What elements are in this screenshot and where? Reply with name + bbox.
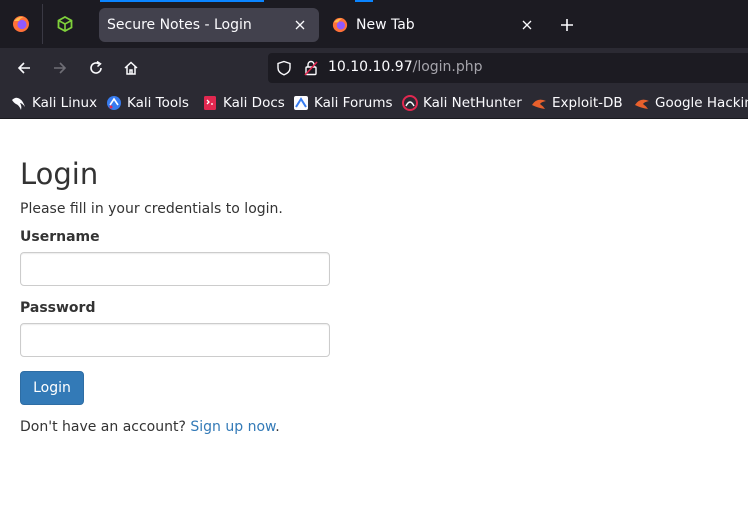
home-icon xyxy=(124,61,138,75)
tab-strip: Secure Notes - Login New Tab xyxy=(0,0,748,48)
nethunter-icon xyxy=(402,95,418,111)
forward-button[interactable] xyxy=(46,54,74,82)
bookmark-google-hacking-db[interactable]: Google Hacking DB xyxy=(634,88,748,118)
exploitdb-icon xyxy=(531,95,547,111)
username-label: Username xyxy=(20,229,100,245)
signup-prefix: Don't have an account? xyxy=(20,419,191,435)
url-bar[interactable]: 10.10.10.97/login.php xyxy=(268,53,748,83)
back-button[interactable] xyxy=(10,54,38,82)
url-text[interactable]: 10.10.10.97/login.php xyxy=(328,59,483,75)
bookmark-label: Kali Forums xyxy=(314,95,393,111)
page-intro: Please fill in your credentials to login… xyxy=(20,201,283,217)
bookmark-label: Kali Docs xyxy=(223,95,285,111)
tab-new-tab[interactable]: New Tab xyxy=(324,8,546,42)
firefox-icon xyxy=(13,16,29,32)
tab-secure-notes-login[interactable]: Secure Notes - Login xyxy=(99,8,319,42)
bookmark-kali-nethunter[interactable]: Kali NetHunter xyxy=(402,88,522,118)
tracking-protection-button[interactable] xyxy=(274,58,294,78)
bookmark-label: Kali Tools xyxy=(127,95,189,111)
pinned-tab-firefox[interactable] xyxy=(0,2,42,46)
page-title: Login xyxy=(20,157,99,191)
navigation-toolbar: 10.10.10.97/login.php xyxy=(0,48,748,88)
home-button[interactable] xyxy=(117,54,145,82)
tab-close-button[interactable] xyxy=(289,14,311,36)
tab-title: Secure Notes - Login xyxy=(107,17,252,33)
kali-tools-icon xyxy=(106,95,122,111)
kali-dragon-icon xyxy=(11,95,27,111)
bookmark-exploit-db[interactable]: Exploit-DB xyxy=(531,88,623,118)
bookmark-kali-forums[interactable]: Kali Forums xyxy=(293,88,393,118)
signup-link[interactable]: Sign up now xyxy=(190,419,275,435)
url-host: 10.10.10.97 xyxy=(328,59,413,75)
password-label: Password xyxy=(20,300,96,316)
bookmarks-toolbar: Kali Linux Kali Tools Kali Docs Kali For… xyxy=(0,88,748,119)
username-input[interactable] xyxy=(20,252,330,286)
reload-icon xyxy=(90,60,102,74)
tab-indicator xyxy=(355,0,373,2)
kali-forums-icon xyxy=(293,95,309,111)
tab-close-button[interactable] xyxy=(516,14,538,36)
bookmark-label: Kali NetHunter xyxy=(423,95,522,111)
firefox-icon xyxy=(332,17,348,33)
signup-prompt: Don't have an account? Sign up now. xyxy=(20,419,280,435)
close-icon xyxy=(522,20,532,30)
ghdb-icon xyxy=(634,95,650,111)
insecure-connection-button[interactable] xyxy=(301,58,321,78)
tab-title: New Tab xyxy=(356,17,415,33)
reload-button[interactable] xyxy=(82,54,110,82)
arrow-right-icon xyxy=(54,62,67,74)
shield-icon xyxy=(277,60,291,76)
close-icon xyxy=(295,20,305,30)
kali-docs-icon xyxy=(202,95,218,111)
lock-insecure-icon xyxy=(304,60,318,76)
bookmark-label: Kali Linux xyxy=(32,95,98,111)
plus-icon xyxy=(561,19,573,31)
pinned-tab-extension[interactable] xyxy=(44,2,86,46)
arrow-left-icon xyxy=(17,62,30,74)
active-tab-indicator xyxy=(100,0,264,2)
signup-suffix: . xyxy=(275,419,280,435)
login-button[interactable]: Login xyxy=(20,371,84,405)
pinned-separator xyxy=(42,4,43,44)
green-cube-icon xyxy=(57,16,73,32)
bookmark-kali-docs[interactable]: Kali Docs xyxy=(202,88,285,118)
new-tab-button[interactable] xyxy=(554,12,580,38)
bookmark-label: Exploit-DB xyxy=(552,95,623,111)
bookmark-kali-tools[interactable]: Kali Tools xyxy=(106,88,189,118)
url-path: /login.php xyxy=(412,59,483,75)
bookmark-label: Google Hacking DB xyxy=(655,95,748,111)
bookmark-kali-linux[interactable]: Kali Linux xyxy=(11,88,97,118)
password-input[interactable] xyxy=(20,323,330,357)
